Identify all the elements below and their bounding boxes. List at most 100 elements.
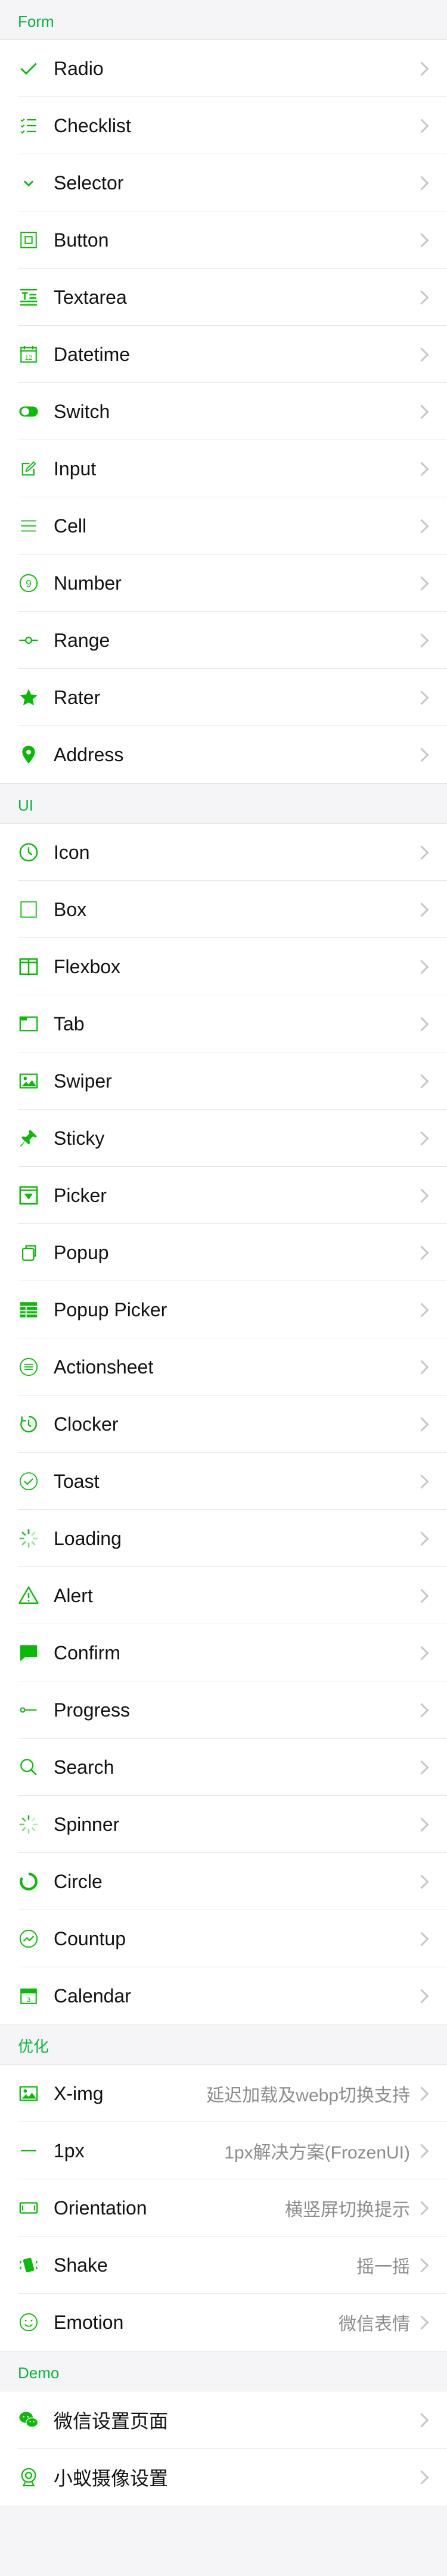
menu-item-picker[interactable]: Picker bbox=[0, 1167, 447, 1224]
menu-item-swiper[interactable]: Swiper bbox=[0, 1052, 447, 1110]
chevron-right-icon bbox=[414, 1417, 429, 1432]
chevron-right-icon bbox=[414, 1017, 429, 1032]
menu-item-shake[interactable]: Shake 摇一摇 bbox=[0, 2237, 447, 2294]
menu-item-popup[interactable]: Popup bbox=[0, 1224, 447, 1281]
menu-item-range[interactable]: Range bbox=[0, 612, 447, 669]
menu-item-circle[interactable]: Circle bbox=[0, 1853, 447, 1910]
image-icon bbox=[18, 1070, 39, 1092]
menu-item-value: 1px解决方案(FrozenUI) bbox=[224, 2143, 410, 2163]
menu-item-label: Toast bbox=[54, 1470, 100, 1492]
menu-item-clocker[interactable]: Clocker bbox=[0, 1396, 447, 1453]
chevron-right-icon bbox=[414, 1531, 429, 1546]
menu-item-calendar[interactable]: 3 Calendar bbox=[0, 1967, 447, 2024]
menu-item-1px[interactable]: 1px 1px解决方案(FrozenUI) bbox=[0, 2122, 447, 2179]
menu-item-x-img[interactable]: X-img 延迟加载及webp切换支持 bbox=[0, 2065, 447, 2122]
menu-item-label: Tab bbox=[54, 1013, 85, 1035]
menu-item-emotion[interactable]: Emotion 微信表情 bbox=[0, 2294, 447, 2351]
star-icon bbox=[18, 687, 39, 708]
menu-item-tab[interactable]: Tab bbox=[0, 995, 447, 1052]
menu-item-toast[interactable]: Toast bbox=[0, 1453, 447, 1510]
menu-item-icon[interactable]: Icon bbox=[0, 824, 447, 881]
menu-item-label: Address bbox=[54, 743, 124, 765]
menu-item-search[interactable]: Search bbox=[0, 1739, 447, 1796]
menu-item-label: Input bbox=[54, 457, 97, 479]
svg-text:12: 12 bbox=[25, 354, 33, 362]
svg-text:9: 9 bbox=[26, 578, 31, 589]
menu-item-radio[interactable]: Radio bbox=[0, 40, 447, 97]
menu-item-cell[interactable]: Cell bbox=[0, 497, 447, 555]
tab-icon bbox=[18, 1013, 39, 1035]
menu-item-flexbox[interactable]: Flexbox bbox=[0, 938, 447, 995]
menu-item-countup[interactable]: Countup bbox=[0, 1910, 447, 1967]
menu-item-sticky[interactable]: Sticky bbox=[0, 1110, 447, 1167]
menu-item-checklist[interactable]: Checklist bbox=[0, 97, 447, 154]
chevron-right-icon bbox=[414, 2413, 429, 2428]
menu-item-item-3-0[interactable]: 微信设置页面 bbox=[0, 2391, 447, 2449]
menu-item-address[interactable]: Address bbox=[0, 726, 447, 783]
number-9-icon: 9 bbox=[18, 572, 39, 594]
checklist-icon bbox=[18, 115, 39, 136]
clock-icon bbox=[18, 842, 39, 863]
chevron-right-icon bbox=[414, 1817, 429, 1832]
menu-item-button[interactable]: Button bbox=[0, 211, 447, 269]
section-title: Demo bbox=[0, 2351, 447, 2391]
chevron-right-icon bbox=[414, 1131, 429, 1146]
menu-item-loading[interactable]: Loading bbox=[0, 1510, 447, 1567]
menu-item-item-3-1[interactable]: 小蚁摄像设置 bbox=[0, 2449, 447, 2506]
menu-item-label: Rater bbox=[54, 686, 101, 708]
menu-item-box[interactable]: Box bbox=[0, 881, 447, 938]
chevron-right-icon bbox=[414, 1245, 429, 1260]
chevron-right-icon bbox=[414, 1588, 429, 1603]
menu-item-input[interactable]: Input bbox=[0, 440, 447, 497]
chevron-right-icon bbox=[414, 576, 429, 591]
camera-icon bbox=[18, 2466, 39, 2488]
menu-item-rater[interactable]: Rater bbox=[0, 669, 447, 726]
chevron-right-icon bbox=[414, 519, 429, 534]
menu-item-label: Loading bbox=[54, 1527, 122, 1549]
search-icon bbox=[18, 1756, 39, 1778]
menu-item-alert[interactable]: Alert bbox=[0, 1567, 447, 1624]
menu-item-value: 微信表情 bbox=[339, 2315, 410, 2334]
menu-item-actionsheet[interactable]: Actionsheet bbox=[0, 1338, 447, 1396]
menu-item-orientation[interactable]: Orientation 横竖屏切换提示 bbox=[0, 2179, 447, 2237]
location-pin-icon bbox=[18, 744, 39, 765]
toast-check-icon bbox=[18, 1471, 39, 1492]
menu-item-progress[interactable]: Progress bbox=[0, 1681, 447, 1739]
textarea-icon bbox=[18, 286, 39, 308]
section-title: Form bbox=[0, 0, 447, 39]
menu-item-switch[interactable]: Switch bbox=[0, 383, 447, 440]
menu-item-label: Icon bbox=[54, 841, 90, 863]
calendar-icon: 3 bbox=[18, 1985, 39, 2007]
menu-item-label: Spinner bbox=[54, 1813, 120, 1835]
menu-item-label: Switch bbox=[54, 400, 110, 422]
loading-spinner-icon bbox=[18, 1528, 39, 1549]
menu-item-textarea[interactable]: Textarea bbox=[0, 269, 447, 326]
menu-item-selector[interactable]: Selector bbox=[0, 154, 447, 211]
popup-icon bbox=[18, 1242, 39, 1263]
menu-item-label: Emotion bbox=[54, 2311, 124, 2333]
chevron-right-icon bbox=[414, 690, 429, 705]
menu-item-label: Circle bbox=[54, 1870, 103, 1892]
chevron-right-icon bbox=[414, 2470, 429, 2485]
menu-item-number[interactable]: 9 Number bbox=[0, 555, 447, 612]
chevron-down-icon bbox=[18, 172, 39, 194]
chevron-right-icon bbox=[414, 633, 429, 648]
menu-item-label: Calendar bbox=[54, 1985, 131, 2007]
menu-item-confirm[interactable]: Confirm bbox=[0, 1624, 447, 1681]
orientation-icon bbox=[18, 2197, 39, 2219]
menu-item-label: Countup bbox=[54, 1927, 126, 1949]
menu-item-datetime[interactable]: 12 Datetime bbox=[0, 326, 447, 383]
chevron-right-icon bbox=[414, 1989, 429, 2004]
menu-item-label: Popup bbox=[54, 1241, 109, 1263]
menu-item-label: Picker bbox=[54, 1184, 107, 1206]
chevron-right-icon bbox=[414, 347, 429, 362]
menu-item-spinner[interactable]: Spinner bbox=[0, 1796, 447, 1853]
section-title: 优化 bbox=[0, 2025, 447, 2064]
chevron-right-icon bbox=[414, 1874, 429, 1889]
line-icon bbox=[18, 2140, 39, 2161]
chevron-right-icon bbox=[414, 747, 429, 762]
picker-icon bbox=[18, 1185, 39, 1206]
menu-item-popup-picker[interactable]: Popup Picker bbox=[0, 1281, 447, 1338]
menu-item-label: 1px bbox=[54, 2139, 85, 2161]
menu-item-label: Confirm bbox=[54, 1641, 121, 1664]
